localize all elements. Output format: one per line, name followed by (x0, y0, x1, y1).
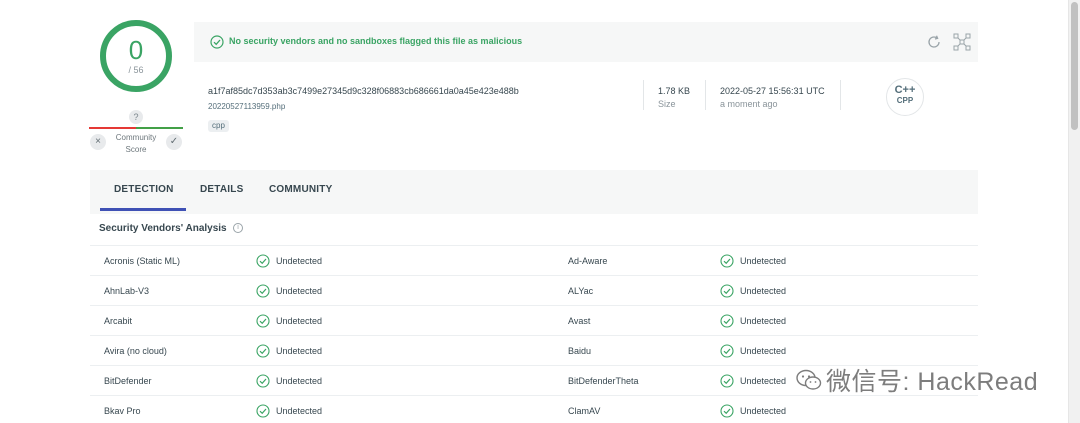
vendor-name: ClamAV (568, 406, 601, 416)
vendor-status: Undetected (276, 406, 323, 416)
vendor-name: Avira (no cloud) (104, 346, 167, 356)
file-name: 20220527113959.php (208, 102, 286, 111)
check-circle-icon (256, 254, 270, 268)
analysis-date-relative: a moment ago (720, 99, 778, 109)
check-circle-icon (256, 284, 270, 298)
vendor-status: Undetected (740, 406, 787, 416)
vendor-name: BitDefender (104, 376, 152, 386)
file-hash[interactable]: a1f7af85dc7d353ab3c7499e27345d9c328f0688… (208, 86, 519, 96)
divider (840, 80, 841, 110)
check-circle-icon (720, 374, 734, 388)
community-score-label: Community Score (115, 133, 157, 154)
tab-bar: DETECTION DETAILS COMMUNITY (90, 170, 978, 214)
community-dislike-button[interactable]: × (90, 134, 106, 150)
community-score-bar (89, 127, 183, 129)
vendor-name: Bkav Pro (104, 406, 141, 416)
check-circle-icon (210, 35, 224, 49)
check-circle-icon (720, 254, 734, 268)
detection-total: / 56 (128, 64, 144, 75)
check-circle-icon (720, 344, 734, 358)
detection-count: 0 (128, 34, 144, 65)
table-row: AhnLab-V3 Undetected ALYac Undetected (90, 275, 978, 305)
vendor-name: AhnLab-V3 (104, 286, 150, 296)
vendor-name: Acronis (Static ML) (104, 256, 181, 266)
vendor-status: Undetected (740, 256, 787, 266)
divider (705, 80, 706, 110)
check-circle-icon (256, 344, 270, 358)
watermark-text: 微信号: HackRead (826, 368, 1039, 396)
community-score-question-icon[interactable]: ? (129, 110, 143, 124)
check-circle-icon (256, 374, 270, 388)
file-size-label: Size (658, 99, 676, 109)
detection-score-ring: 0 / 56 (100, 20, 172, 92)
analysis-date: 2022-05-27 15:56:31 UTC (720, 86, 825, 96)
vendor-status: Undetected (740, 316, 787, 326)
vendor-status: Undetected (276, 376, 323, 386)
check-circle-icon (720, 404, 734, 418)
page-scrollbar[interactable] (1068, 0, 1080, 423)
table-row: Arcabit Undetected Avast Undetected (90, 305, 978, 335)
reanalyze-icon[interactable] (926, 34, 942, 50)
vendor-status: Undetected (740, 286, 787, 296)
section-title: Security Vendors' Analysis (99, 223, 227, 234)
check-circle-icon (720, 284, 734, 298)
info-icon[interactable]: i (233, 223, 243, 233)
file-type-icon-glyph: C++ (894, 84, 916, 96)
vendor-name: Baidu (568, 346, 592, 356)
active-tab-indicator (100, 208, 186, 211)
vendor-name: BitDefenderTheta (568, 376, 639, 386)
vendor-status: Undetected (276, 316, 323, 326)
check-circle-icon (256, 404, 270, 418)
file-type-label: CPP (896, 96, 914, 105)
community-score-bar-negative (89, 127, 136, 129)
scrollbar-thumb[interactable] (1071, 2, 1078, 130)
verdict-text: No security vendors and no sandboxes fla… (229, 36, 523, 46)
vendor-status: Undetected (276, 286, 323, 296)
wechat-icon (796, 369, 822, 390)
tab-details[interactable]: DETAILS (200, 184, 243, 195)
vendor-status: Undetected (740, 346, 787, 356)
vendor-status: Undetected (276, 346, 323, 356)
table-row: Bkav Pro Undetected ClamAV Undetected (90, 395, 978, 423)
graph-icon[interactable] (953, 33, 971, 51)
table-row: Avira (no cloud) Undetected Baidu Undete… (90, 335, 978, 365)
tab-community[interactable]: COMMUNITY (269, 184, 332, 195)
vendor-status: Undetected (740, 376, 787, 386)
tab-detection[interactable]: DETECTION (114, 184, 174, 195)
vendor-name: Ad-Aware (568, 256, 608, 266)
file-size-value: 1.78 KB (658, 86, 691, 96)
divider (643, 80, 644, 110)
watermark: 微信号: HackRead (796, 362, 1038, 398)
file-tag[interactable]: cpp (208, 120, 229, 132)
vendor-status: Undetected (276, 256, 323, 266)
check-circle-icon (720, 314, 734, 328)
table-row: Acronis (Static ML) Undetected Ad-Aware … (90, 245, 978, 275)
check-circle-icon (256, 314, 270, 328)
community-like-button[interactable]: ✓ (166, 134, 182, 150)
vendor-name: Avast (568, 316, 591, 326)
vendor-name: ALYac (568, 286, 594, 296)
community-score-bar-positive (136, 127, 183, 129)
verdict-banner: No security vendors and no sandboxes fla… (194, 22, 978, 62)
file-type-icon: C++ CPP (886, 78, 924, 116)
vendor-name: Arcabit (104, 316, 133, 326)
